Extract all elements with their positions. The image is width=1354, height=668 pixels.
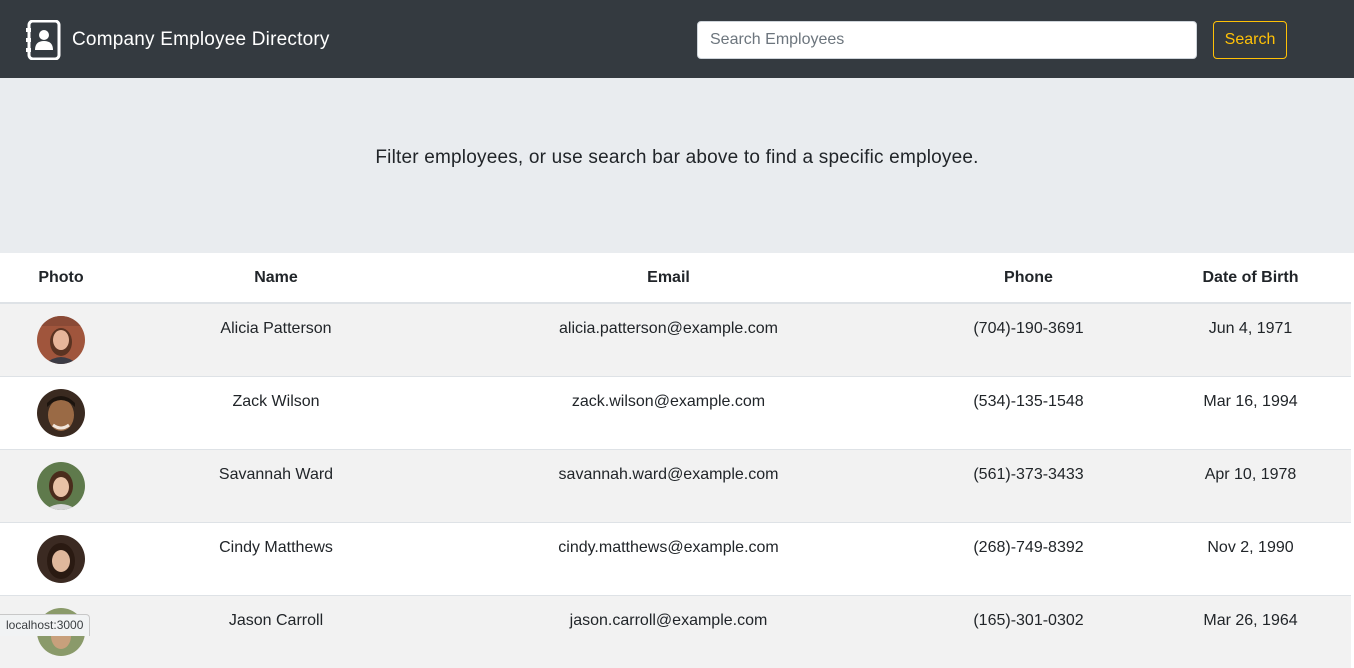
- table-row: Savannah Ward savannah.ward@example.com …: [0, 449, 1351, 522]
- employee-avatar: [37, 316, 85, 364]
- employee-table: Photo Name Email Phone Date of Birth Ali…: [0, 253, 1351, 668]
- employee-name: Cindy Matthews: [219, 538, 333, 556]
- jumbotron-lead: Filter employees, or use search bar abov…: [375, 146, 979, 168]
- employee-email: alicia.patterson@example.com: [558, 320, 778, 337]
- address-book-icon: [26, 20, 61, 60]
- employee-email: zack.wilson@example.com: [571, 392, 766, 410]
- table-row: Jason Carroll jason.carroll@example.com …: [0, 595, 1351, 668]
- table-row: Cindy Matthews cindy.matthews@example.co…: [0, 522, 1351, 595]
- photo-cell: [0, 303, 122, 376]
- brand[interactable]: Company Employee Directory: [26, 20, 330, 60]
- column-header-phone[interactable]: Phone: [907, 253, 1150, 304]
- employee-dob: Mar 16, 1994: [1203, 392, 1298, 410]
- employee-table-container: Photo Name Email Phone Date of Birth Ali…: [0, 253, 1351, 668]
- employee-phone: (534)-135-1548: [973, 392, 1084, 410]
- employee-name: Savannah Ward: [218, 465, 334, 483]
- employee-email: cindy.matthews@example.com: [558, 538, 779, 556]
- employee-name: Jason Carroll: [228, 611, 324, 629]
- employee-name: Alicia Patterson: [220, 320, 332, 337]
- employee-phone: (268)-749-8392: [973, 538, 1084, 556]
- page-title: Company Employee Directory: [72, 29, 330, 50]
- employee-phone: (704)-190-3691: [973, 320, 1084, 337]
- search-button[interactable]: Search: [1213, 21, 1287, 59]
- photo-cell: [0, 376, 122, 449]
- employee-email: savannah.ward@example.com: [558, 465, 779, 483]
- table-row: Zack Wilson zack.wilson@example.com (534…: [0, 376, 1351, 449]
- employee-email: jason.carroll@example.com: [569, 611, 768, 629]
- navbar: Company Employee Directory Search: [0, 0, 1354, 78]
- employee-dob: Jun 4, 1971: [1208, 320, 1293, 337]
- employee-avatar: [37, 534, 85, 583]
- employee-name: Zack Wilson: [232, 392, 320, 410]
- column-header-date-of-birth[interactable]: Date of Birth: [1150, 253, 1351, 304]
- column-header-name[interactable]: Name: [122, 253, 430, 304]
- employee-avatar: [37, 388, 85, 437]
- employee-avatar: [37, 461, 85, 510]
- table-row: Alicia Patterson alicia.patterson@exampl…: [0, 303, 1351, 376]
- employee-phone: (561)-373-3433: [973, 465, 1084, 483]
- photo-cell: [0, 449, 122, 522]
- jumbotron: Filter employees, or use search bar abov…: [0, 78, 1354, 253]
- status-bar-url: localhost:3000: [0, 614, 91, 636]
- employee-dob: Apr 10, 1978: [1204, 465, 1297, 483]
- employee-phone: (165)-301-0302: [973, 611, 1084, 629]
- column-header-email[interactable]: Email: [430, 253, 907, 304]
- search-input[interactable]: [697, 21, 1197, 59]
- table-header-row: Photo Name Email Phone Date of Birth: [0, 253, 1351, 304]
- column-header-photo[interactable]: Photo: [0, 253, 122, 304]
- employee-dob: Mar 26, 1964: [1203, 611, 1298, 629]
- photo-cell: [0, 522, 122, 595]
- employee-dob: Nov 2, 1990: [1207, 538, 1294, 556]
